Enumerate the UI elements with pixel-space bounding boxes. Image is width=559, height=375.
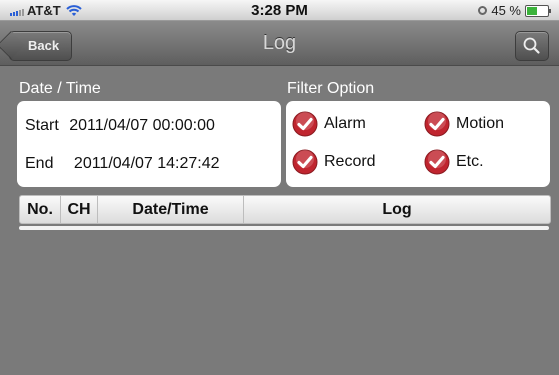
end-row[interactable]: End 2011/04/07 14:27:42 (25, 155, 220, 173)
date-time-panel: Start 2011/04/07 00:00:00 End 2011/04/07… (17, 101, 281, 187)
check-icon (292, 149, 318, 175)
check-icon (424, 111, 450, 137)
battery-icon (525, 4, 551, 17)
filter-record-checkbox[interactable]: Record (292, 149, 376, 175)
check-icon (292, 111, 318, 137)
status-bar: AT&T 3:28 PM 45 % (0, 0, 559, 21)
filter-motion-label: Motion (456, 115, 505, 132)
end-label: End (25, 155, 54, 172)
filter-panel: Alarm Motion Record Etc. (286, 101, 550, 187)
navigation-bar: Back Log (0, 21, 559, 66)
date-time-heading: Date / Time (19, 80, 101, 97)
filter-alarm-checkbox[interactable]: Alarm (292, 111, 366, 137)
column-header-no[interactable]: No. (20, 196, 61, 223)
end-value: 2011/04/07 14:27:42 (73, 155, 220, 172)
log-table-body (19, 226, 549, 230)
filter-alarm-label: Alarm (324, 115, 366, 132)
page-title: Log (262, 32, 297, 54)
start-row[interactable]: Start 2011/04/07 00:00:00 (25, 117, 215, 135)
search-button[interactable] (515, 31, 549, 61)
filter-record-label: Record (324, 153, 376, 170)
status-right: 45 % (478, 3, 551, 18)
filter-etc-label: Etc. (456, 153, 484, 170)
start-value: 2011/04/07 00:00:00 (69, 117, 215, 134)
start-label: Start (25, 117, 59, 134)
battery-percent: 45 % (491, 3, 521, 18)
clock: 3:28 PM (251, 2, 308, 19)
column-header-datetime[interactable]: Date/Time (98, 196, 244, 223)
filter-etc-checkbox[interactable]: Etc. (424, 149, 484, 175)
log-table-header: No. CH Date/Time Log (19, 195, 551, 224)
check-icon (424, 149, 450, 175)
filter-heading: Filter Option (287, 80, 375, 97)
column-header-log[interactable]: Log (244, 196, 550, 223)
filter-motion-checkbox[interactable]: Motion (424, 111, 504, 137)
rotation-lock-icon (478, 6, 488, 15)
search-icon (523, 37, 540, 54)
column-header-ch[interactable]: CH (61, 196, 98, 223)
